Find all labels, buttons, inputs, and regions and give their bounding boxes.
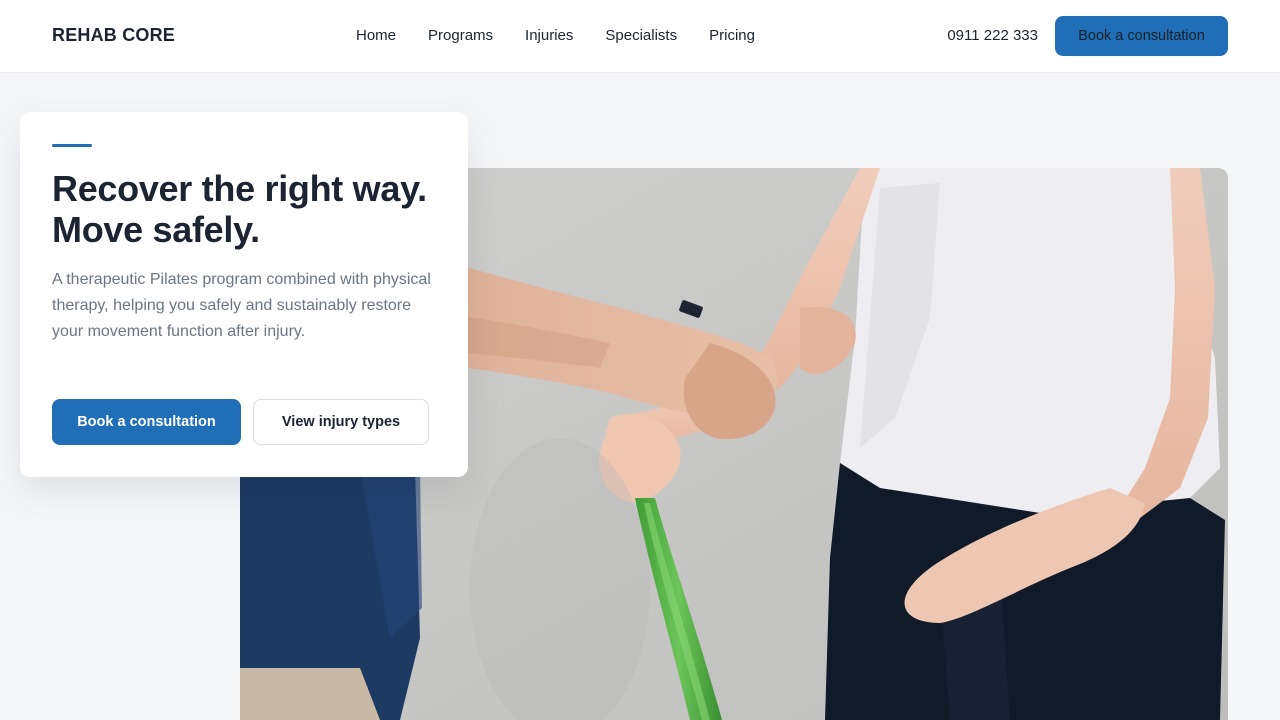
nav-item-home[interactable]: Home: [356, 27, 396, 44]
hero-book-consultation-button[interactable]: Book a consultation: [52, 399, 241, 445]
main-nav: Home Programs Injuries Specialists Prici…: [356, 27, 787, 44]
accent-bar: [52, 144, 92, 147]
phone-number-link[interactable]: 0911 222 333: [947, 27, 1038, 44]
header-book-consultation-button[interactable]: Book a consultation: [1055, 16, 1228, 56]
hero-headline: Recover the right way. Move safely.: [52, 168, 427, 250]
hero-card: Recover the right way. Move safely. A th…: [20, 112, 468, 477]
view-injury-types-button[interactable]: View injury types: [253, 399, 429, 445]
site-header: REHAB CORE Home Programs Injuries Specia…: [0, 0, 1280, 72]
nav-item-pricing[interactable]: Pricing: [709, 27, 755, 44]
nav-item-specialists[interactable]: Specialists: [605, 27, 677, 44]
nav-item-programs[interactable]: Programs: [428, 27, 493, 44]
hero-subtext: A therapeutic Pilates program combined w…: [52, 271, 431, 340]
brand-logo[interactable]: REHAB CORE: [52, 25, 175, 46]
nav-item-injuries[interactable]: Injuries: [525, 27, 573, 44]
